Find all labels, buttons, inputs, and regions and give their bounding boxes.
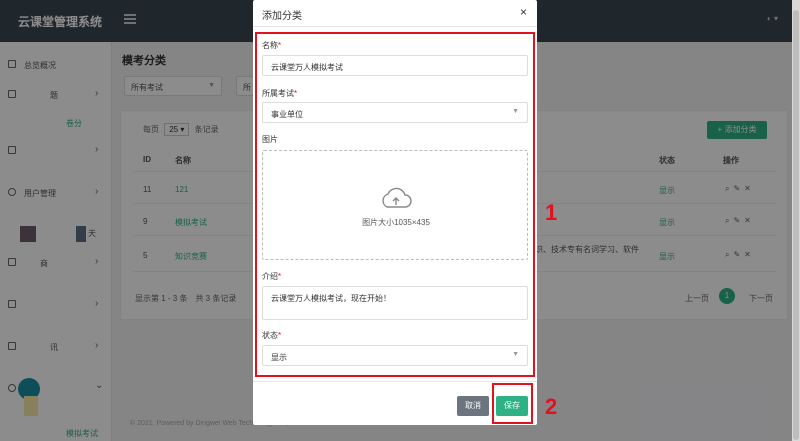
highlight-box-save bbox=[492, 383, 533, 424]
scrollbar[interactable] bbox=[792, 0, 800, 441]
highlight-box-form bbox=[255, 32, 535, 377]
divider bbox=[253, 381, 537, 382]
annotation-number-1: 1 bbox=[545, 200, 558, 225]
scrollbar-thumb[interactable] bbox=[793, 10, 799, 440]
dialog-title: 添加分类 bbox=[262, 11, 302, 22]
annotation-number-2: 2 bbox=[545, 394, 558, 419]
cancel-button[interactable]: 取消 bbox=[457, 396, 489, 416]
divider bbox=[253, 26, 537, 27]
close-icon[interactable]: × bbox=[520, 5, 527, 19]
